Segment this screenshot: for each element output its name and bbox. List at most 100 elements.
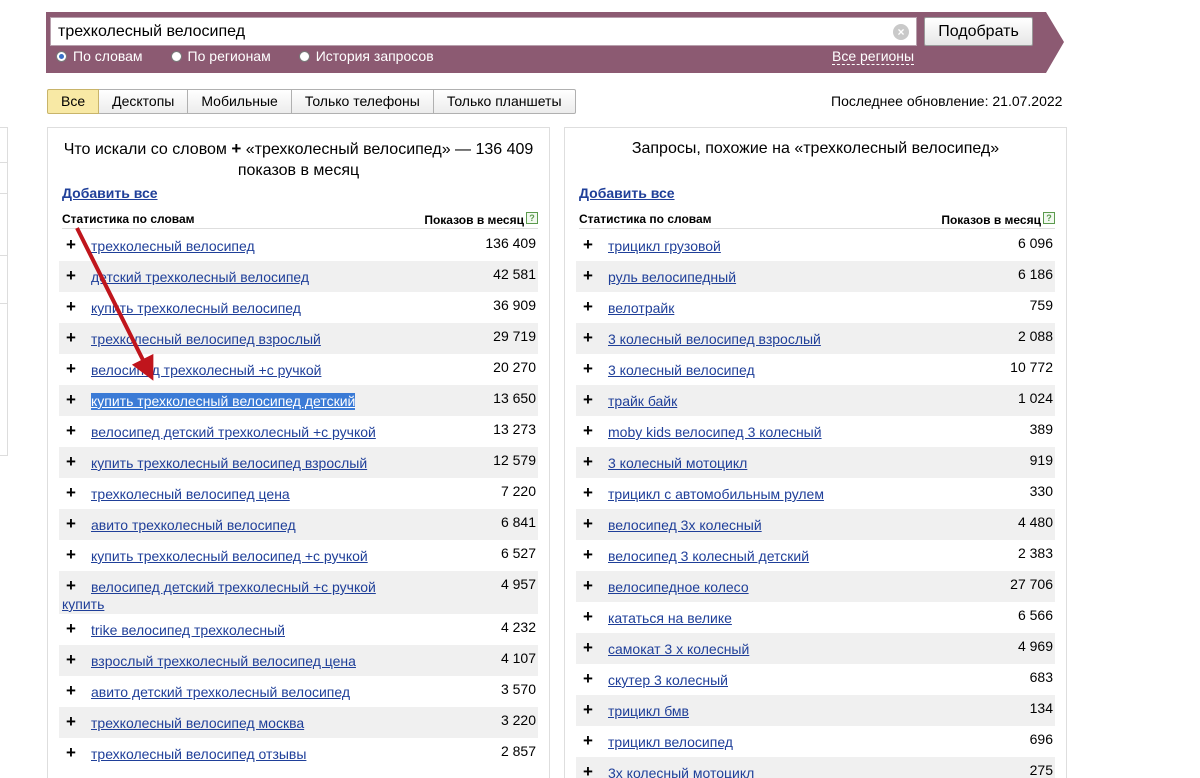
table-row: + кататься на велике 6 566 xyxy=(576,602,1055,633)
add-phrase-icon[interactable]: + xyxy=(66,743,76,763)
add-phrase-icon[interactable]: + xyxy=(583,328,593,348)
add-phrase-icon[interactable]: + xyxy=(66,483,76,503)
add-phrase-icon[interactable]: + xyxy=(66,421,76,441)
pick-button[interactable]: Подобрать xyxy=(924,17,1033,46)
add-phrase-icon[interactable]: + xyxy=(583,514,593,534)
add-phrase-icon[interactable]: + xyxy=(66,390,76,410)
help-icon[interactable]: ? xyxy=(526,212,538,224)
phrase-link[interactable]: авито детский трехколесный велосипед xyxy=(91,684,350,701)
add-phrase-icon[interactable]: + xyxy=(583,545,593,565)
add-phrase-icon[interactable]: + xyxy=(583,607,593,627)
phrase-link[interactable]: велотрайк xyxy=(608,300,674,317)
phrase-link[interactable]: велосипед детский трехколесный +с ручкой… xyxy=(62,579,402,613)
tab-tablets-only[interactable]: Только планшеты xyxy=(433,89,576,114)
phrase-link[interactable]: 3 колесный велосипед взрослый xyxy=(608,331,821,348)
help-icon[interactable]: ? xyxy=(1043,212,1055,224)
mode-by-regions[interactable]: По регионам xyxy=(170,48,271,64)
shows-count: 7 220 xyxy=(500,483,536,499)
phrase-link[interactable]: кататься на велике xyxy=(608,610,732,627)
phrase-link[interactable]: авито трехколесный велосипед xyxy=(91,517,296,534)
add-phrase-icon[interactable]: + xyxy=(66,235,76,255)
add-all-link[interactable]: Добавить все xyxy=(62,185,158,201)
phrase-link[interactable]: трицикл с автомобильным рулем xyxy=(608,486,824,503)
all-regions-link[interactable]: Все регионы xyxy=(832,48,915,65)
add-phrase-icon[interactable]: + xyxy=(583,266,593,286)
phrase-link[interactable]: велосипед 3 колесный детский xyxy=(608,548,809,565)
phrase-link[interactable]: купить трехколесный велосипед взрослый xyxy=(91,455,367,472)
radio-icon[interactable] xyxy=(298,50,310,62)
add-phrase-icon[interactable]: + xyxy=(583,235,593,255)
phrase-link[interactable]: трехколесный велосипед взрослый xyxy=(91,331,321,348)
phrase-link[interactable]: 3х колесный мотоцикл xyxy=(608,765,754,778)
add-phrase-icon[interactable]: + xyxy=(583,390,593,410)
table-row: + трицикл велосипед 696 xyxy=(576,726,1055,757)
add-phrase-icon[interactable]: + xyxy=(583,669,593,689)
add-phrase-icon[interactable]: + xyxy=(66,619,76,639)
phrase-link[interactable]: велосипедное колесо xyxy=(608,579,749,596)
add-phrase-icon[interactable]: + xyxy=(583,762,593,778)
shows-count: 6 841 xyxy=(500,514,536,530)
shows-count: 13 650 xyxy=(493,390,536,406)
phrase-link[interactable]: трехколесный велосипед xyxy=(91,238,255,255)
phrase-link[interactable]: трехколесный велосипед цена xyxy=(91,486,290,503)
clear-icon[interactable]: × xyxy=(893,24,909,40)
mode-history[interactable]: История запросов xyxy=(298,48,434,64)
add-phrase-icon[interactable]: + xyxy=(66,650,76,670)
mode-by-words[interactable]: По словам xyxy=(56,48,143,64)
phrase-link[interactable]: трицикл грузовой xyxy=(608,238,721,255)
phrase-link[interactable]: трайк байк xyxy=(608,393,677,410)
phrase-link[interactable]: 3 колесный велосипед xyxy=(608,362,755,379)
add-phrase-icon[interactable]: + xyxy=(66,545,76,565)
phrase-link[interactable]: скутер 3 колесный xyxy=(608,672,728,689)
col-shows: Показов в месяц xyxy=(941,213,1041,227)
add-phrase-icon[interactable]: + xyxy=(583,700,593,720)
add-phrase-icon[interactable]: + xyxy=(66,359,76,379)
add-phrase-icon[interactable]: + xyxy=(583,452,593,472)
add-phrase-icon[interactable]: + xyxy=(583,421,593,441)
phrase-link[interactable]: купить трехколесный велосипед детский xyxy=(91,393,356,410)
tab-phones-only[interactable]: Только телефоны xyxy=(291,89,434,114)
phrase-link[interactable]: трехколесный велосипед москва xyxy=(91,715,304,732)
tab-all[interactable]: Все xyxy=(47,89,100,114)
phrase-link[interactable]: moby kids велосипед 3 колесный xyxy=(608,424,822,441)
phrase-link[interactable]: трицикл велосипед xyxy=(608,734,733,751)
add-phrase-icon[interactable]: + xyxy=(66,328,76,348)
title-rest: «трехколесный велосипед» — 136 409 показ… xyxy=(237,141,534,179)
add-phrase-icon[interactable]: + xyxy=(66,452,76,472)
add-phrase-icon[interactable]: + xyxy=(66,712,76,732)
tab-mobile[interactable]: Мобильные xyxy=(188,89,292,114)
add-phrase-icon[interactable]: + xyxy=(583,483,593,503)
phrase-link[interactable]: руль велосипедный xyxy=(608,269,736,286)
phrase-link[interactable]: велосипед 3х колесный xyxy=(608,517,762,534)
search-input[interactable]: трехколесный велосипед × xyxy=(50,17,917,46)
table-row: + скутер 3 колесный 683 xyxy=(576,664,1055,695)
phrase-link[interactable]: трехколесный велосипед отзывы xyxy=(91,746,306,763)
phrase-link[interactable]: велосипед трехколесный +с ручкой xyxy=(91,362,321,379)
phrase-link[interactable]: trike велосипед трехколесный xyxy=(91,622,285,639)
add-all-link[interactable]: Добавить все xyxy=(579,185,675,201)
phrase-link[interactable]: трицикл бмв xyxy=(608,703,689,720)
edge-rail xyxy=(7,127,8,455)
add-phrase-icon[interactable]: + xyxy=(583,638,593,658)
add-phrase-icon[interactable]: + xyxy=(583,297,593,317)
add-phrase-icon[interactable]: + xyxy=(66,266,76,286)
phrase-link[interactable]: детский трехколесный велосипед xyxy=(91,269,309,286)
add-phrase-icon[interactable]: + xyxy=(66,297,76,317)
add-phrase-icon[interactable]: + xyxy=(583,731,593,751)
phrase-link[interactable]: велосипед детский трехколесный +с ручкой xyxy=(91,424,376,441)
phrase-link[interactable]: взрослый трехколесный велосипед цена xyxy=(91,653,356,670)
search-query[interactable]: трехколесный велосипед xyxy=(58,23,245,41)
phrase-link[interactable]: самокат 3 х колесный xyxy=(608,641,749,658)
phrase-link[interactable]: купить трехколесный велосипед +с ручкой xyxy=(91,548,368,565)
add-phrase-icon[interactable]: + xyxy=(583,576,593,596)
add-phrase-icon[interactable]: + xyxy=(66,681,76,701)
phrase-link[interactable]: купить трехколесный велосипед xyxy=(91,300,301,317)
table-row: + велосипед 3 колесный детский 2 383 xyxy=(576,540,1055,571)
radio-icon[interactable] xyxy=(170,50,182,62)
add-phrase-icon[interactable]: + xyxy=(583,359,593,379)
tab-desktops[interactable]: Десктопы xyxy=(99,89,189,114)
shows-count: 29 719 xyxy=(493,328,536,344)
radio-icon[interactable] xyxy=(56,50,67,62)
phrase-link[interactable]: 3 колесный мотоцикл xyxy=(608,455,747,472)
add-phrase-icon[interactable]: + xyxy=(66,514,76,534)
